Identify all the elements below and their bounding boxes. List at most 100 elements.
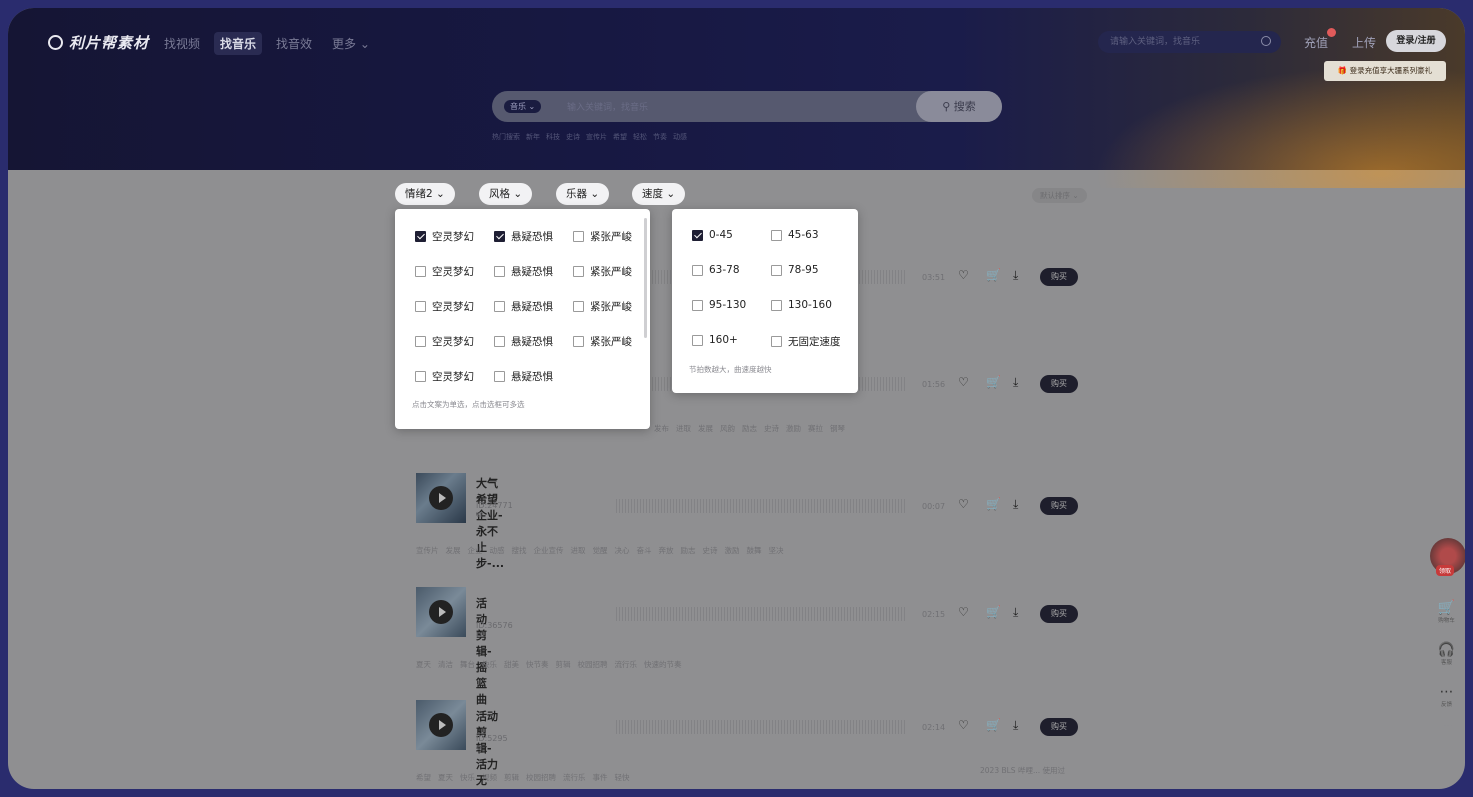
mood-option[interactable]: 空灵梦幻 [415,264,474,279]
filter-style[interactable]: 风格 ⌄ [479,183,533,205]
mood-option[interactable]: 紧张严峻 [573,229,632,244]
tag[interactable]: 鼓舞 [747,545,762,556]
tag[interactable]: 视频 [482,772,497,783]
buy-button[interactable]: 购买 [1040,497,1078,515]
buy-button[interactable]: 购买 [1040,375,1078,393]
tag[interactable]: 快乐 [482,659,497,670]
hot-word[interactable]: 宣传片 [586,132,607,142]
login-button[interactable]: 登录/注册 [1386,30,1446,52]
tag[interactable]: 钢琴 [830,423,845,434]
hot-word[interactable]: 轻松 [633,132,647,142]
option-label[interactable]: 45-63 [788,229,819,241]
tag[interactable]: 流行乐 [563,772,586,783]
download-icon[interactable]: ⤓ [1013,605,1018,620]
tag[interactable]: 搜找 [512,545,527,556]
tag[interactable]: 赛拉 [808,423,823,434]
brand-logo[interactable]: 利片帮素材 [48,32,149,53]
sort-select[interactable]: 默认排序 ⌄ [1032,188,1087,203]
tag[interactable]: 进取 [676,423,691,434]
nav-find-video[interactable]: 找视频 [158,32,206,55]
tag[interactable]: 风韵 [720,423,735,434]
speed-option[interactable]: 95-130 [692,299,746,311]
tag[interactable]: 史诗 [764,423,779,434]
mood-option[interactable]: 紧张严峻 [573,264,632,279]
hot-word[interactable]: 史诗 [566,132,580,142]
checkbox[interactable] [573,231,584,242]
filter-mood[interactable]: 情绪2 ⌄ [395,183,455,205]
hot-word[interactable]: 节奏 [653,132,667,142]
top-search-input[interactable]: 请输入关键词，找音乐 [1098,31,1281,53]
heart-icon[interactable]: ♡ [958,605,969,619]
mood-option[interactable]: 悬疑恐惧 [494,334,553,349]
cart-icon[interactable]: 🛒 [986,497,1001,511]
tag[interactable]: 剪辑 [504,772,519,783]
checkbox[interactable] [692,299,703,311]
option-label[interactable]: 空灵梦幻 [432,229,474,244]
tag[interactable]: 快速的节奏 [644,659,682,670]
search-button[interactable]: ⚲ 搜索 [916,91,1002,122]
hot-word[interactable]: 科技 [546,132,560,142]
speed-option[interactable]: 45-63 [771,229,819,241]
cart-icon[interactable]: 🛒 [986,718,1001,732]
tag[interactable]: 发展 [698,423,713,434]
option-label[interactable]: 紧张严峻 [590,334,632,349]
heart-icon[interactable]: ♡ [958,268,969,282]
tag[interactable]: 励志 [681,545,696,556]
checkbox[interactable] [692,334,703,346]
checkbox[interactable] [415,336,426,347]
mood-option[interactable]: 空灵梦幻 [415,369,474,384]
tag[interactable]: 发展 [446,545,461,556]
cart-icon[interactable]: 🛒 [986,268,1001,282]
option-label[interactable]: 紧张严峻 [590,299,632,314]
download-icon[interactable]: ⤓ [1013,497,1018,512]
mood-option[interactable]: 悬疑恐惧 [494,229,553,244]
tag[interactable]: 剪辑 [556,659,571,670]
option-label[interactable]: 78-95 [788,264,819,276]
checkbox[interactable] [415,231,426,242]
tag[interactable]: 快乐 [460,772,475,783]
nav-more[interactable]: 更多 ⌄ [326,32,376,55]
checkbox[interactable] [415,301,426,312]
option-label[interactable]: 悬疑恐惧 [511,299,553,314]
mood-option[interactable]: 紧张严峻 [573,334,632,349]
tag[interactable]: 史诗 [703,545,718,556]
nav-find-music[interactable]: 找音乐 [214,32,263,55]
waveform[interactable] [616,720,906,734]
checkbox[interactable] [573,301,584,312]
option-label[interactable]: 63-78 [709,264,740,276]
checkbox[interactable] [573,266,584,277]
mood-panel-scrollbar[interactable] [644,218,647,338]
option-label[interactable]: 0-45 [709,229,733,241]
speed-option[interactable]: 130-160 [771,299,832,311]
speed-option[interactable]: 78-95 [771,264,819,276]
track-thumbnail[interactable] [416,473,466,523]
track-title[interactable]: 活动剪辑-摇篮曲 [476,595,492,707]
download-icon[interactable]: ⤓ [1013,268,1018,283]
cart-icon[interactable]: 🛒 [986,605,1001,619]
gift-avatar[interactable]: 领取 [1430,538,1465,576]
hot-word[interactable]: 动感 [673,132,687,142]
filter-instrument[interactable]: 乐器 ⌄ [556,183,610,205]
checkbox[interactable] [771,264,782,276]
nav-find-sfx[interactable]: 找音效 [270,32,318,55]
tag[interactable]: 觉醒 [593,545,608,556]
track-thumbnail[interactable] [416,700,466,750]
option-label[interactable]: 紧张严峻 [590,229,632,244]
tag[interactable]: 快节奏 [526,659,549,670]
track-title[interactable]: 大气希望企业-永不止步-... [476,475,504,571]
play-icon[interactable] [429,600,453,624]
tag[interactable]: 夏天 [438,772,453,783]
heart-icon[interactable]: ♡ [958,718,969,732]
checkbox[interactable] [494,231,505,242]
search-icon[interactable] [1261,36,1271,46]
tag[interactable]: 动感 [490,545,505,556]
tag[interactable]: 夏天 [416,659,431,670]
buy-button[interactable]: 购买 [1040,605,1078,623]
main-search-bar[interactable]: 音乐 ⌄ 输入关键词，找音乐 ⚲ 搜索 [492,91,1002,122]
hot-word[interactable]: 希望 [613,132,627,142]
waveform[interactable] [616,499,906,513]
option-label[interactable]: 空灵梦幻 [432,264,474,279]
checkbox[interactable] [771,299,782,311]
checkbox[interactable] [415,371,426,382]
option-label[interactable]: 空灵梦幻 [432,334,474,349]
